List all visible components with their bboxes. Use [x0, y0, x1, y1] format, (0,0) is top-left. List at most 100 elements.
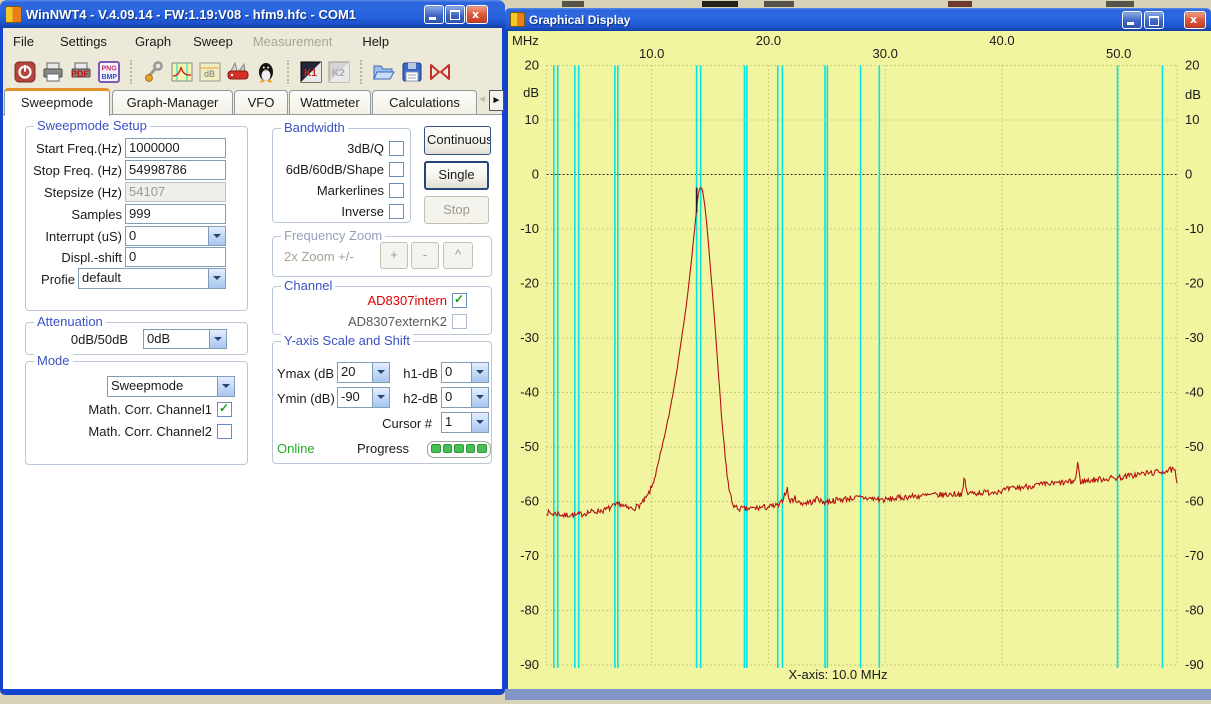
ymax-combo[interactable]: 20 — [337, 362, 390, 383]
tab-vfo[interactable]: VFO — [234, 90, 288, 116]
close-button[interactable]: x — [1184, 11, 1206, 29]
menu-file[interactable]: File — [4, 29, 43, 55]
cursor-combo[interactable]: 1 — [441, 412, 489, 433]
x-tick-label: 20.0 — [756, 33, 781, 48]
y-tick-label-right: -20 — [1185, 276, 1204, 291]
power-button[interactable] — [12, 59, 38, 85]
db-icon: dB — [198, 60, 222, 84]
penguin-icon — [254, 60, 278, 84]
graph-area[interactable]: MHz10.020.030.040.050.02020101000-10-10-… — [508, 31, 1211, 689]
profile-label: Profie — [22, 272, 75, 287]
chevron-down-icon[interactable] — [471, 363, 488, 382]
group-caption: Channel — [281, 278, 335, 293]
group-caption: Frequency Zoom — [281, 228, 385, 243]
spectrum-plot[interactable]: MHz10.020.030.040.050.02020101000-10-10-… — [508, 31, 1211, 689]
y-tick-label-right: -60 — [1185, 494, 1204, 509]
mode-combo[interactable]: Sweepmode — [107, 376, 235, 397]
print-button[interactable] — [40, 59, 66, 85]
y-tick-label-left: -30 — [520, 330, 539, 345]
delete-curves-button[interactable] — [427, 59, 453, 85]
bw-6db-checkbox[interactable] — [389, 162, 404, 177]
maximize-button[interactable] — [1144, 11, 1164, 29]
math-corr-ch1-checkbox[interactable] — [217, 402, 232, 417]
y-tick-label-left: -50 — [520, 439, 539, 454]
displ-shift-input[interactable]: 0 — [125, 247, 226, 267]
chevron-down-icon[interactable] — [471, 388, 488, 407]
db-scale-button[interactable]: dB — [197, 59, 223, 85]
minimize-button[interactable] — [424, 5, 444, 24]
samples-label: Samples — [22, 207, 122, 222]
maximize-button[interactable] — [445, 5, 465, 24]
chevron-down-icon[interactable] — [372, 363, 389, 382]
start-freq-input[interactable]: 1000000 — [125, 138, 226, 158]
cursor-label: Cursor # — [360, 416, 432, 431]
menu-help[interactable]: Help — [353, 29, 398, 55]
channel1-graph-button[interactable]: K1 — [298, 59, 324, 85]
math-corr-ch2-checkbox[interactable] — [217, 424, 232, 439]
y-tick-label-right: -30 — [1185, 330, 1204, 345]
power-icon — [13, 60, 37, 84]
graph-titlebar[interactable]: Graphical Display — [505, 8, 1211, 31]
stop-freq-input[interactable]: 54998786 — [125, 160, 226, 180]
menu-graph[interactable]: Graph — [126, 29, 180, 55]
y-tick-label-right: -80 — [1185, 603, 1204, 618]
bw-markerlines-checkbox[interactable] — [389, 183, 404, 198]
attenuation-label: 0dB/50dB — [40, 332, 128, 347]
menu-sweep[interactable]: Sweep — [184, 29, 242, 55]
zoom-up-button: ^ — [443, 242, 473, 269]
linux-tux-button[interactable] — [253, 59, 279, 85]
y-tick-label-right: -40 — [1185, 385, 1204, 400]
bw-inverse-checkbox[interactable] — [389, 204, 404, 219]
settings-tools-button[interactable] — [141, 59, 167, 85]
wrench-icon — [142, 60, 166, 84]
interrupt-combo[interactable]: 0 — [125, 226, 226, 246]
ad8307extern-checkbox[interactable] — [452, 314, 467, 329]
progress-label: Progress — [357, 441, 417, 456]
minimize-button[interactable] — [1122, 11, 1142, 29]
export-image-button[interactable]: PNG BMP — [96, 59, 122, 85]
ad8307intern-checkbox[interactable] — [452, 293, 467, 308]
graph-icon — [170, 60, 194, 84]
attenuation-combo[interactable]: 0dB — [143, 329, 227, 349]
chevron-down-icon[interactable] — [471, 413, 488, 432]
open-file-button[interactable] — [371, 59, 397, 85]
printer-icon — [41, 60, 65, 84]
profile-combo[interactable]: default — [78, 268, 226, 289]
h1-db-combo[interactable]: 0 — [441, 362, 489, 383]
ymin-combo[interactable]: -90 — [337, 387, 390, 408]
chevron-down-icon[interactable] — [372, 388, 389, 407]
tab-calculations[interactable]: Calculations — [372, 90, 477, 116]
single-button[interactable]: Single — [424, 161, 489, 190]
x-tick-label: 50.0 — [1106, 46, 1131, 61]
graph-setup-button[interactable] — [169, 59, 195, 85]
ad8307extern-label: AD8307externK2 — [320, 314, 447, 329]
desktop-fragment — [948, 1, 972, 7]
samples-input[interactable]: 999 — [125, 204, 226, 224]
chevron-down-icon[interactable] — [217, 377, 234, 396]
close-button[interactable]: x — [466, 5, 488, 24]
y-tick-label-left: -80 — [520, 603, 539, 618]
chevron-down-icon[interactable] — [208, 269, 225, 288]
print-pdf-button[interactable]: PDF — [68, 59, 94, 85]
bw-3db-checkbox[interactable] — [389, 141, 404, 156]
y-tick-label-left: -10 — [520, 221, 539, 236]
start-freq-label: Start Freq.(Hz) — [22, 141, 122, 156]
tab-graph-manager[interactable]: Graph-Manager — [112, 90, 233, 116]
tab-scroll-right[interactable]: ► — [489, 90, 504, 111]
menu-settings[interactable]: Settings — [51, 29, 116, 55]
ad8307intern-label: AD8307intern — [320, 293, 447, 308]
h2-db-combo[interactable]: 0 — [441, 387, 489, 408]
math-corr-ch1-label: Math. Corr. Channel1 — [70, 402, 212, 417]
swiss-knife-icon — [226, 60, 250, 84]
tab-sweepmode[interactable]: Sweepmode — [4, 88, 110, 116]
k2-image-icon: K2 — [327, 60, 351, 84]
displ-shift-label: Displ.-shift — [22, 250, 122, 265]
continuous-button[interactable]: Continuous — [424, 126, 491, 155]
channel2-graph-button[interactable]: K2 — [326, 59, 352, 85]
chevron-down-icon[interactable] — [209, 330, 226, 348]
chevron-down-icon[interactable] — [208, 227, 225, 245]
tab-wattmeter[interactable]: Wattmeter — [289, 90, 371, 116]
save-file-button[interactable] — [399, 59, 425, 85]
desktop-fragment — [702, 1, 738, 7]
tools-knife-button[interactable] — [225, 59, 251, 85]
